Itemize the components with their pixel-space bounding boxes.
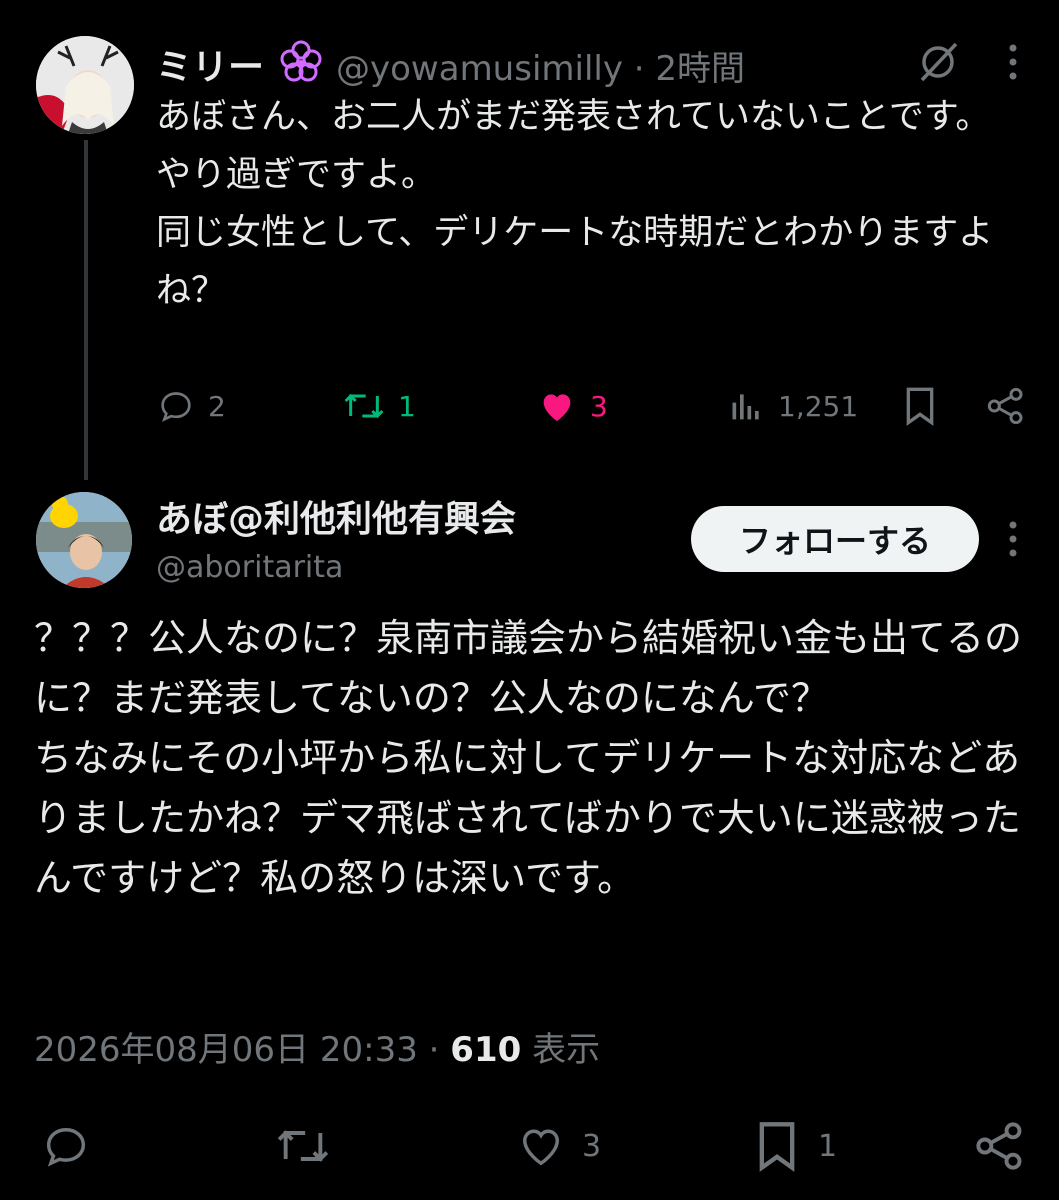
views-count: 1,251 bbox=[778, 389, 859, 423]
thread-connector-line bbox=[84, 140, 88, 480]
more-options-icon[interactable] bbox=[1006, 42, 1020, 86]
reply-icon[interactable] bbox=[40, 1120, 92, 1176]
follow-button[interactable]: フォローする bbox=[691, 506, 979, 572]
handle[interactable]: @yowamusimilly bbox=[336, 49, 623, 89]
flower-emoji-icon bbox=[278, 38, 324, 88]
like-count: 3 bbox=[582, 1128, 602, 1164]
display-name[interactable]: あぼ@利他利他有興会 bbox=[156, 490, 516, 542]
like-button[interactable]: 3 bbox=[514, 1120, 601, 1172]
avatar[interactable] bbox=[36, 492, 132, 588]
bookmark-icon bbox=[759, 1122, 795, 1172]
repost-icon bbox=[344, 393, 384, 419]
bookmark-count: 1 bbox=[818, 1128, 838, 1164]
separator-dot: · bbox=[633, 49, 645, 89]
heart-icon bbox=[523, 1129, 559, 1166]
tweet-text: ？？？公人なのに？泉南市議会から結婚祝い金も出てるのに？まだ発表してないの？公人… bbox=[34, 616, 1023, 900]
grok-icon[interactable] bbox=[916, 40, 960, 88]
repost-count: 1 bbox=[398, 389, 416, 423]
views-button[interactable]: 1,251 bbox=[726, 386, 858, 426]
like-button[interactable]: 3 bbox=[536, 386, 608, 426]
reply-button[interactable]: 2 bbox=[156, 386, 226, 426]
views-label: 表示 bbox=[532, 1030, 601, 1070]
share-icon[interactable] bbox=[986, 386, 1026, 430]
handle[interactable]: @aboritarita bbox=[156, 550, 343, 585]
separator-dot: · bbox=[428, 1030, 440, 1070]
tweet-text: あぼさん、お二人がまだ発表されていないことです。 やり過ぎですよ。 同じ女性とし… bbox=[156, 97, 994, 311]
like-count: 3 bbox=[590, 389, 608, 423]
display-name[interactable]: ミリー bbox=[156, 38, 264, 90]
repost-button[interactable]: 1 bbox=[342, 386, 416, 426]
more-options-icon[interactable] bbox=[1006, 519, 1020, 563]
tweet-handle-time: @yowamusimilly · 2時間 bbox=[336, 41, 745, 90]
repost-icon[interactable] bbox=[274, 1120, 332, 1176]
heart-filled-icon bbox=[543, 394, 571, 421]
timestamp[interactable]: 2時間 bbox=[655, 49, 745, 89]
reply-count: 2 bbox=[208, 389, 226, 423]
bookmark-icon[interactable] bbox=[902, 386, 938, 430]
reply-icon bbox=[161, 392, 191, 422]
tweet-date[interactable]: 2026年08月06日 20:33 bbox=[34, 1030, 418, 1070]
tweet-meta: 2026年08月06日 20:33 · 610 表示 bbox=[34, 1022, 600, 1071]
avatar[interactable] bbox=[36, 36, 134, 134]
share-icon[interactable] bbox=[974, 1120, 1026, 1176]
views-count: 610 bbox=[450, 1030, 522, 1070]
analytics-icon bbox=[732, 394, 759, 420]
bookmark-button[interactable]: 1 bbox=[754, 1120, 837, 1172]
